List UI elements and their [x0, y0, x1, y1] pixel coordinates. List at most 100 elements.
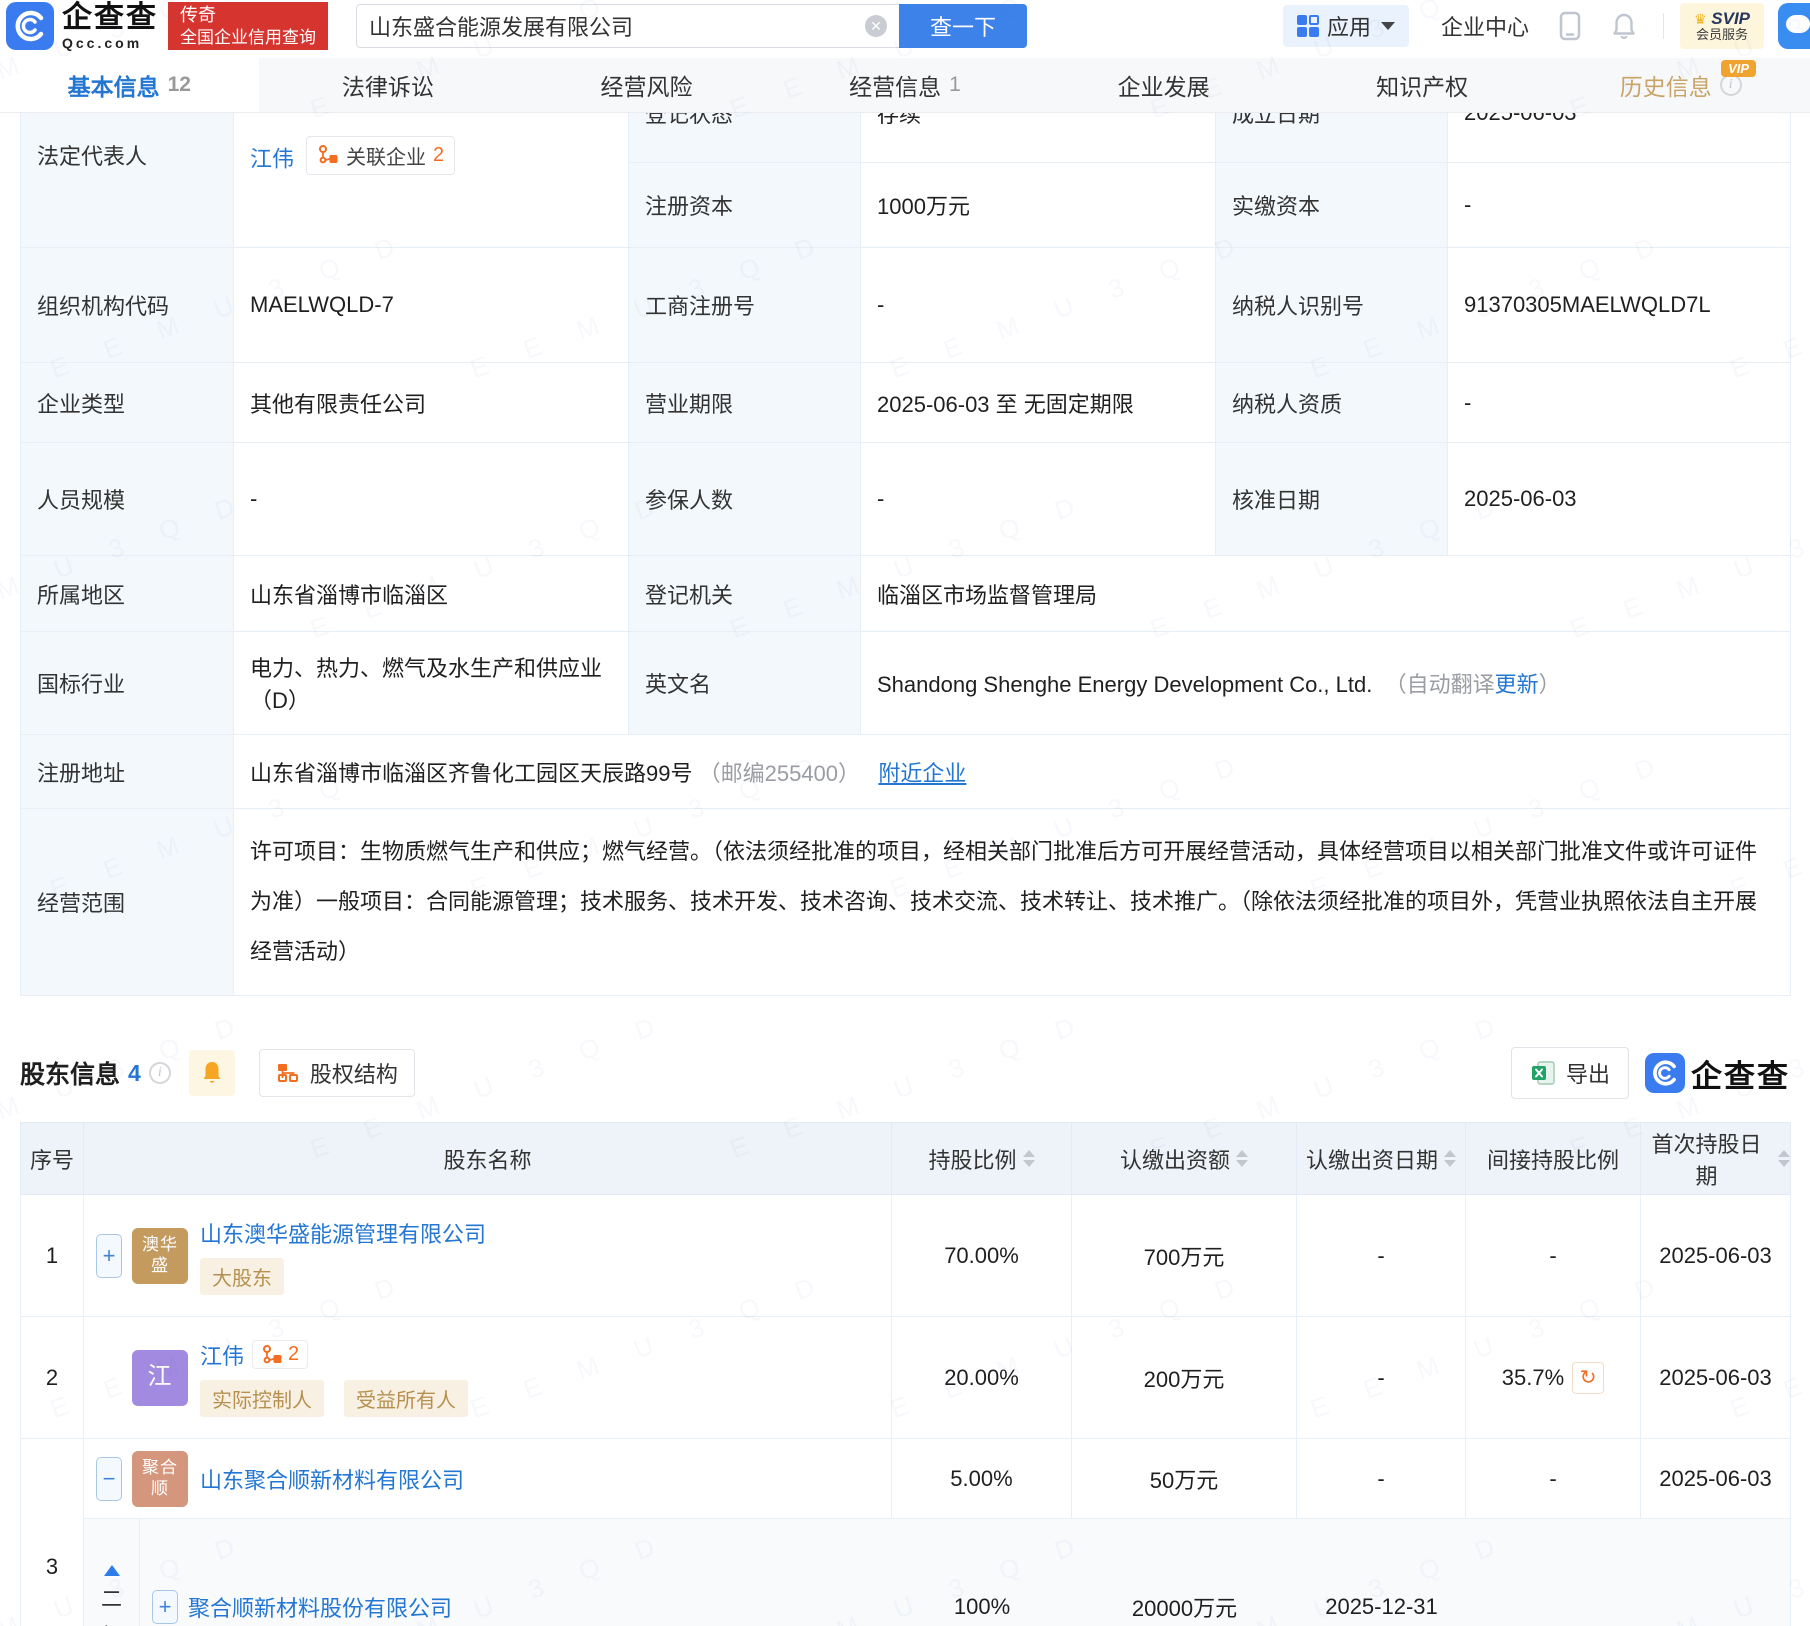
- row-no: 1: [20, 1194, 84, 1317]
- tab-count: 12: [167, 73, 191, 96]
- col-header-ratio[interactable]: 持股比例: [891, 1122, 1072, 1195]
- tab-basic-info[interactable]: 基本信息 12: [0, 58, 259, 112]
- info-icon[interactable]: i: [148, 1062, 171, 1084]
- field-value-reg-capital: 1000万元: [860, 162, 1216, 248]
- svip-membership[interactable]: ♛ SVIP 会员服务: [1680, 3, 1764, 49]
- actual-controller-tag: 实际控制人: [200, 1379, 324, 1417]
- qcc-brand[interactable]: 企查查 Qcc.com: [62, 2, 158, 50]
- col-header-name: 股东名称: [83, 1122, 892, 1195]
- field-value-company-type: 其他有限责任公司: [233, 362, 629, 443]
- sort-icon[interactable]: [1444, 1150, 1456, 1167]
- related-companies-badge[interactable]: 2: [252, 1340, 309, 1369]
- search-bar: ✕ 查一下: [356, 4, 1027, 48]
- tab-company-development[interactable]: 企业发展: [1034, 58, 1293, 112]
- shareholder-row-2: 2 江 江伟 2 实际控制人 受益所有人 20.00% 200万元 - 35.7%…: [20, 1316, 1791, 1439]
- amount-cell: 20000万元: [1131, 1596, 1238, 1621]
- expand-button[interactable]: +: [152, 1590, 178, 1624]
- field-value-registry: 临淄区市场监督管理局: [860, 555, 1791, 632]
- tab-history-info[interactable]: VIP 历史信息 i: [1551, 58, 1810, 112]
- row-no: 3: [20, 1438, 84, 1626]
- vip-badge: VIP: [1721, 60, 1757, 77]
- field-label-region: 所属地区: [20, 555, 234, 632]
- tab-operating-risk[interactable]: 经营风险: [517, 58, 776, 112]
- org-link-icon: [319, 145, 338, 164]
- field-value-reg-status: 存续: [860, 113, 1216, 163]
- top-right-nav: 应用 企业中心 ♛ SVIP 会员服务: [1282, 0, 1810, 52]
- customer-service-mascot-icon[interactable]: [1778, 3, 1810, 49]
- qcc-watermark-logo: 企查查: [1645, 1051, 1790, 1096]
- table-header-row: 序号 股东名称 持股比例 认缴出资额 认缴出资日期 间接持股比例 首次持股日期: [20, 1122, 1791, 1195]
- field-value-business-term: 2025-06-03 至 无固定期限: [860, 362, 1216, 443]
- field-label-org-code: 组织机构代码: [20, 247, 234, 363]
- field-value-staff-size: -: [233, 442, 629, 556]
- sort-icon[interactable]: [1022, 1150, 1035, 1167]
- col-header-amount[interactable]: 认缴出资额: [1071, 1122, 1297, 1195]
- ratio-cell: 20.00%: [891, 1316, 1072, 1439]
- expand-button[interactable]: +: [96, 1233, 122, 1278]
- sort-icon[interactable]: [1236, 1150, 1248, 1167]
- auto-translate-note: （自动翻译更新）: [1384, 672, 1561, 697]
- related-companies-badge[interactable]: 关联企业 2: [306, 135, 456, 175]
- svip-sublabel: 会员服务: [1695, 27, 1748, 43]
- shareholders-section-header: 股东信息 4 i 股权结构 导出 企查查: [0, 1040, 1810, 1106]
- date-cell: -: [1296, 1194, 1466, 1317]
- excel-icon: [1531, 1061, 1555, 1085]
- shareholders-toolbar: 导出 企查查: [1510, 1047, 1790, 1099]
- col-header-date[interactable]: 认缴出资日期: [1296, 1122, 1466, 1195]
- shareholder-row-1: 1 + 澳华盛 山东澳华盛能源管理有限公司 大股东 70.00% 700万元 -…: [20, 1194, 1791, 1317]
- field-value-tax-id: 91370305MAELWQLD7L: [1447, 247, 1791, 363]
- field-label-reg-status: 登记状态: [628, 113, 861, 163]
- shareholder-row-3: 3 − 聚合顺 山东聚合顺新材料有限公司 5.00% 50万元 - - 2025…: [20, 1438, 1791, 1626]
- collapse-level-control[interactable]: 二 级: [84, 1519, 140, 1626]
- apps-menu[interactable]: 应用: [1282, 5, 1409, 47]
- field-label-business-scope: 经营范围: [20, 808, 234, 996]
- field-value-legal-rep: 江伟 关联企业 2: [233, 113, 629, 248]
- collapse-button[interactable]: −: [96, 1456, 122, 1501]
- avatar: 澳华盛: [132, 1227, 188, 1284]
- mobile-app-icon[interactable]: [1557, 11, 1583, 41]
- field-value-region: 山东省淄博市临淄区: [233, 555, 629, 632]
- field-value-insured: -: [860, 442, 1216, 556]
- search-button[interactable]: 查一下: [899, 4, 1027, 48]
- shareholders-table: 序号 股东名称 持股比例 认缴出资额 认缴出资日期 间接持股比例 首次持股日期 …: [20, 1122, 1791, 1626]
- notification-bell-icon[interactable]: [1611, 11, 1637, 41]
- search-input[interactable]: [369, 13, 865, 39]
- qcc-logo-icon[interactable]: [6, 2, 54, 50]
- avatar: 聚合顺: [132, 1450, 188, 1507]
- field-label-biz-reg-no: 工商注册号: [628, 247, 861, 363]
- tab-intellectual-property[interactable]: 知识产权: [1293, 58, 1552, 112]
- clear-search-icon[interactable]: ✕: [865, 15, 887, 37]
- sort-icon[interactable]: [1778, 1150, 1790, 1167]
- field-label-company-type: 企业类型: [20, 362, 234, 443]
- field-label-reg-capital: 注册资本: [628, 162, 861, 248]
- indirect-ratio-detail-icon[interactable]: ↻: [1572, 1361, 1605, 1394]
- nearby-companies-link[interactable]: 附近企业: [878, 761, 966, 786]
- field-label-address: 注册地址: [20, 734, 234, 809]
- tab-legal-litigation[interactable]: 法律诉讼: [259, 58, 518, 112]
- monitor-bell-icon[interactable]: [188, 1050, 235, 1096]
- export-button[interactable]: 导出: [1510, 1047, 1629, 1099]
- update-translation-link[interactable]: 更新: [1495, 672, 1539, 697]
- field-label-paid-capital: 实缴资本: [1215, 162, 1448, 248]
- first-date-cell: 2025-06-03: [1640, 1194, 1791, 1317]
- field-label-establish-date: 成立日期: [1215, 113, 1448, 163]
- shareholder-link[interactable]: 山东澳华盛能源管理有限公司: [200, 1217, 486, 1249]
- shareholder-link[interactable]: 江伟: [200, 1339, 244, 1371]
- sub-shareholder-link[interactable]: 聚合顺新材料股份有限公司: [188, 1591, 452, 1623]
- legal-rep-link[interactable]: 江伟: [250, 146, 294, 171]
- tab-operating-info[interactable]: 经营信息 1: [776, 58, 1035, 112]
- promo-badge: 传奇 全国企业信用查询: [168, 2, 328, 50]
- ratio-cell: 70.00%: [891, 1194, 1072, 1317]
- shareholder-link[interactable]: 山东聚合顺新材料有限公司: [200, 1463, 464, 1495]
- zip-code: （邮编255400）: [698, 760, 861, 786]
- chevron-down-icon: [1380, 22, 1395, 30]
- equity-structure-button[interactable]: 股权结构: [258, 1049, 415, 1097]
- info-icon[interactable]: i: [1719, 74, 1742, 96]
- field-label-approval-date: 核准日期: [1215, 442, 1448, 556]
- field-label-registry: 登记机关: [628, 555, 861, 632]
- field-value-org-code: MAELWQLD-7: [233, 247, 629, 363]
- avatar: 江: [132, 1349, 188, 1406]
- col-header-first-date[interactable]: 首次持股日期: [1640, 1122, 1791, 1195]
- enterprise-center-link[interactable]: 企业中心: [1441, 10, 1529, 42]
- field-label-industry: 国标行业: [20, 631, 234, 735]
